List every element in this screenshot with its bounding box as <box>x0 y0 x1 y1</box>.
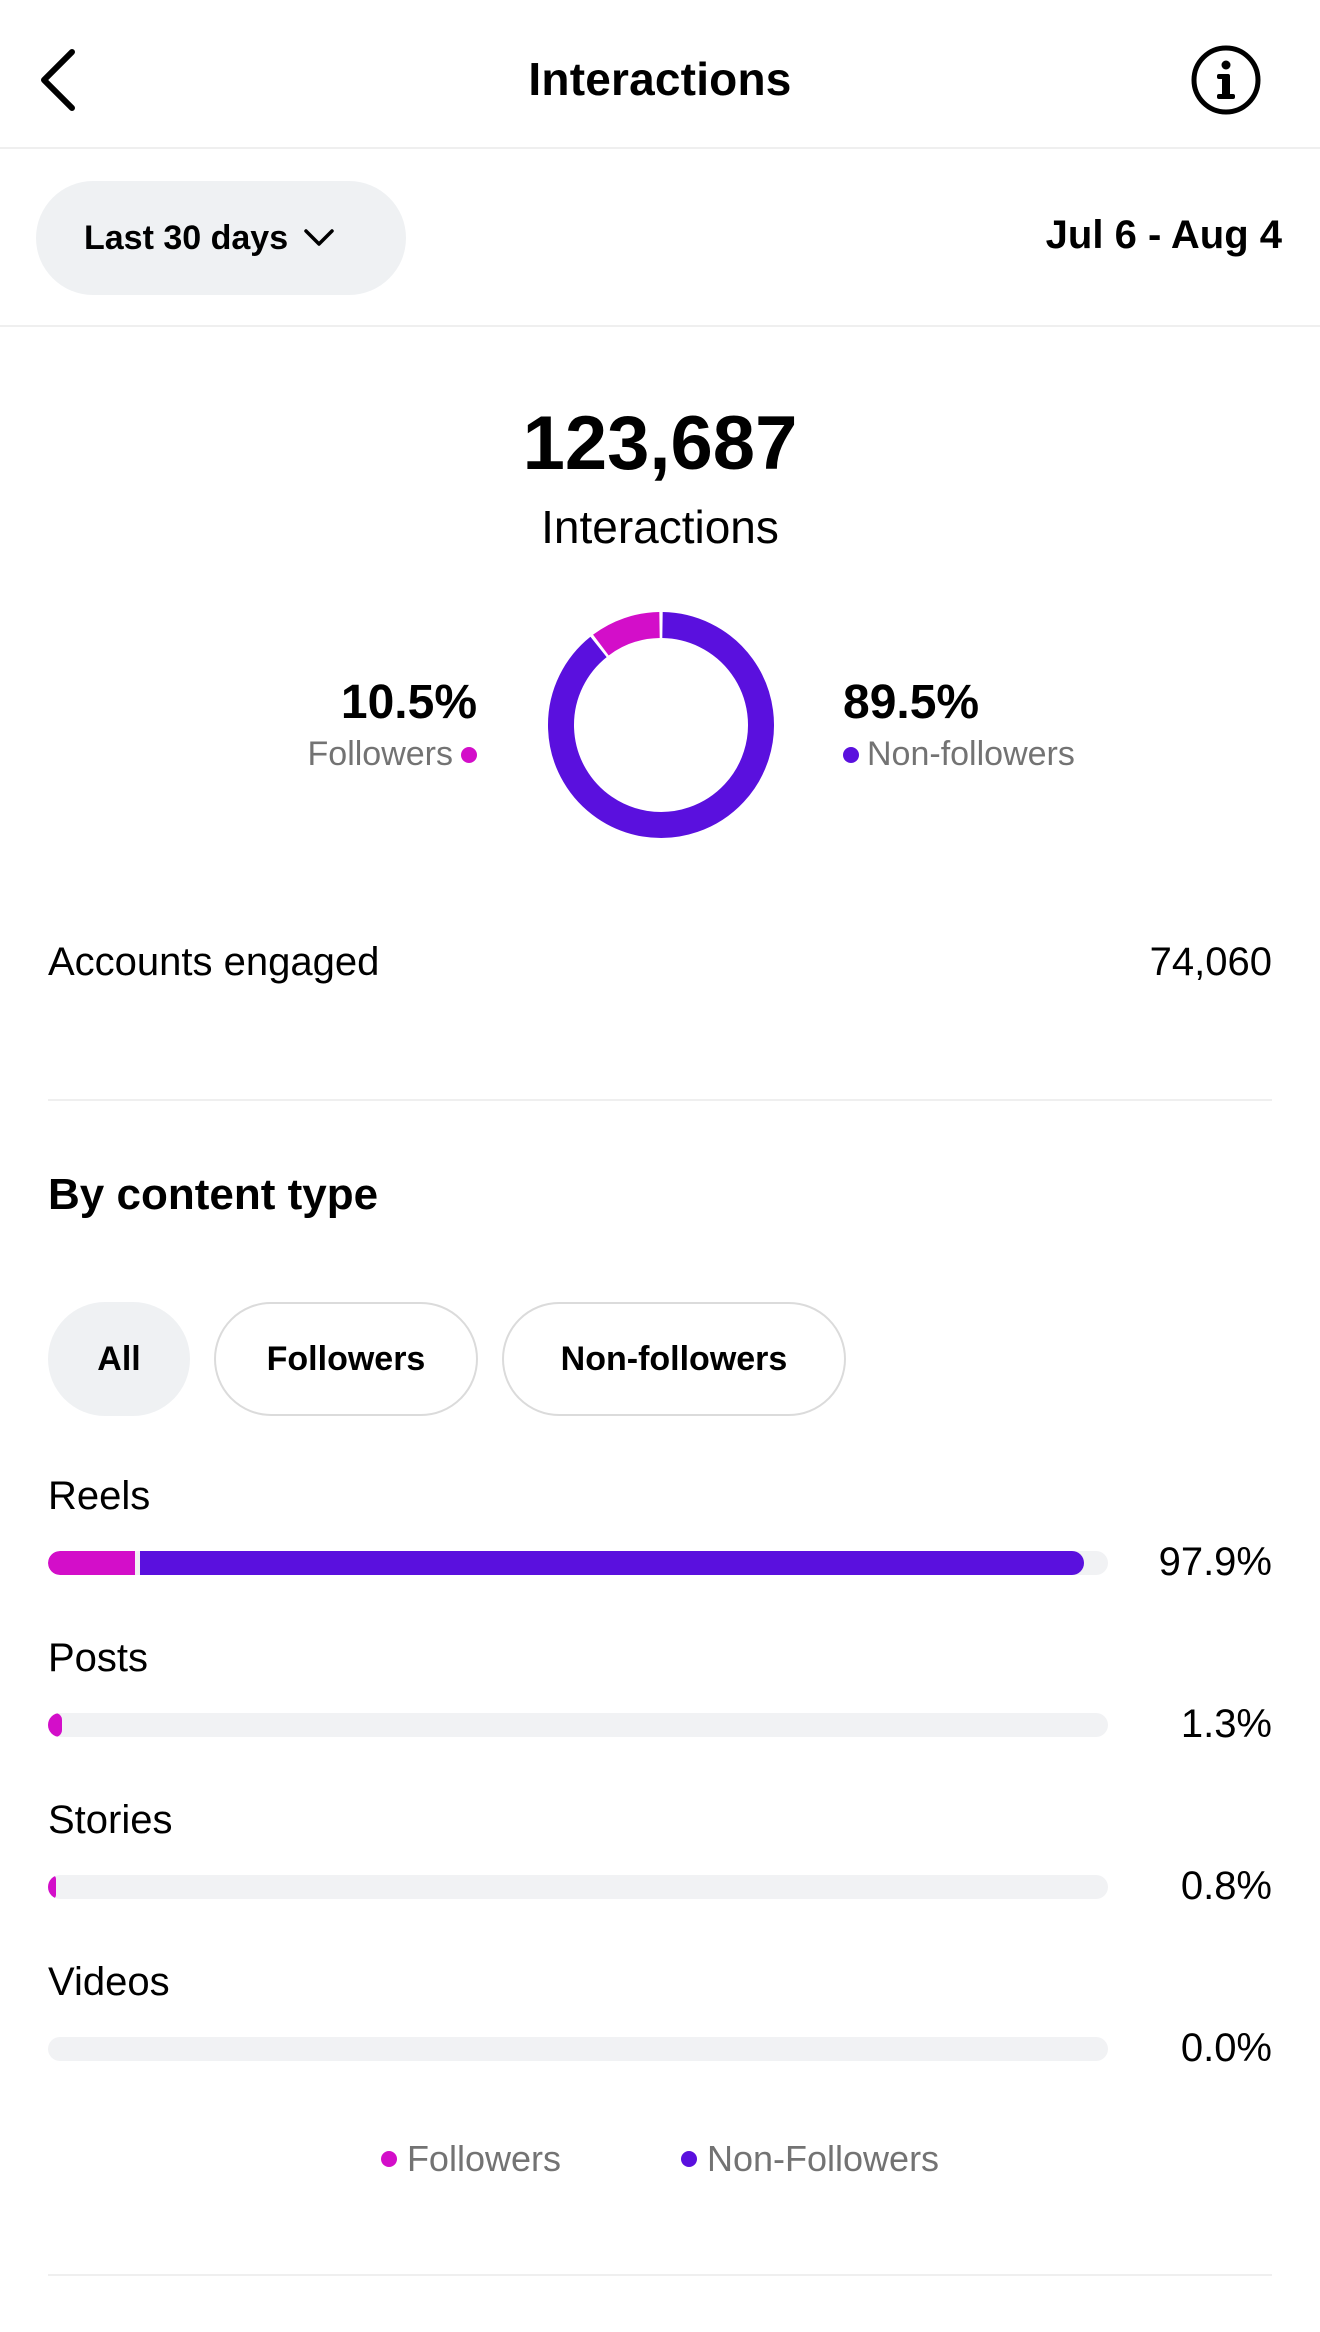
date-range-text: Jul 6 - Aug 4 <box>1045 213 1282 257</box>
row-pct-stories: 0.8% <box>1180 1864 1272 1908</box>
interactions-donut-chart <box>548 612 774 838</box>
row-label-stories: Stories <box>48 1798 173 1842</box>
followers-caption: Followers <box>307 735 453 773</box>
info-button[interactable] <box>1154 44 1262 121</box>
bar-posts-followers <box>48 1713 62 1737</box>
bar-stories-followers <box>48 1875 57 1899</box>
accounts-engaged-value: 74,060 <box>1149 940 1272 984</box>
date-range-dropdown-label: Last 30 days <box>84 218 289 257</box>
non-followers-dot <box>843 746 859 763</box>
non-followers-percent: 89.5% <box>843 676 980 729</box>
divider <box>48 1099 1272 1101</box>
bar-reels <box>48 1551 1108 1575</box>
legend-dot-non-followers <box>680 2151 697 2167</box>
row-label-posts: Posts <box>48 1636 149 1680</box>
chart-legend: Followers Non-Followers <box>0 2138 1320 2180</box>
bar-stories <box>48 1875 1108 1899</box>
chip-followers[interactable]: Followers <box>214 1302 478 1416</box>
row-label-videos: Videos <box>48 1960 170 2004</box>
followers-dot <box>461 746 477 763</box>
total-interactions: 123,687 <box>522 401 798 486</box>
row-pct-posts: 1.3% <box>1180 1702 1272 1746</box>
donut-slice-non-followers <box>548 612 774 838</box>
donut-slice-followers <box>593 612 661 656</box>
info-icon <box>1190 44 1262 121</box>
row-pct-videos: 0.0% <box>1180 2026 1272 2070</box>
page-title: Interactions <box>528 53 792 105</box>
legend-item-non-followers: Non-Followers <box>680 2138 940 2180</box>
row-label-reels: Reels <box>48 1474 151 1518</box>
legend-dot-followers <box>380 2151 397 2167</box>
accounts-engaged-row: Accounts engaged 74,060 <box>48 940 1272 985</box>
bar-videos <box>48 2037 1108 2061</box>
chevron-down-icon <box>304 229 334 247</box>
filter-row: Last 30 days Jul 6 - Aug 4 <box>0 149 1320 327</box>
bar-posts <box>48 1713 1108 1737</box>
legend-item-followers: Followers <box>380 2138 561 2180</box>
accounts-engaged-label: Accounts engaged <box>48 940 380 984</box>
date-range-dropdown[interactable]: Last 30 days <box>36 181 406 295</box>
chip-all[interactable]: All <box>48 1302 190 1416</box>
bar-reels-non-followers <box>139 1551 1084 1575</box>
total-interactions-label: Interactions <box>541 501 779 553</box>
chip-non-followers[interactable]: Non-followers <box>502 1302 846 1416</box>
legend-label-non-followers: Non-Followers <box>706 2138 940 2179</box>
legend-label-followers: Followers <box>406 2138 561 2179</box>
bar-reels-followers <box>48 1551 135 1575</box>
followers-share: 10.5% Followers <box>308 673 477 774</box>
followers-percent: 10.5% <box>340 676 477 729</box>
row-pct-reels: 97.9% <box>1158 1540 1272 1584</box>
non-followers-caption: Non-followers <box>867 735 1075 773</box>
divider <box>48 2274 1272 2276</box>
non-followers-share: 89.5% Non-followers <box>843 673 1075 774</box>
section-title: By content type <box>48 1170 379 1219</box>
top-bar: Interactions <box>0 0 1320 149</box>
